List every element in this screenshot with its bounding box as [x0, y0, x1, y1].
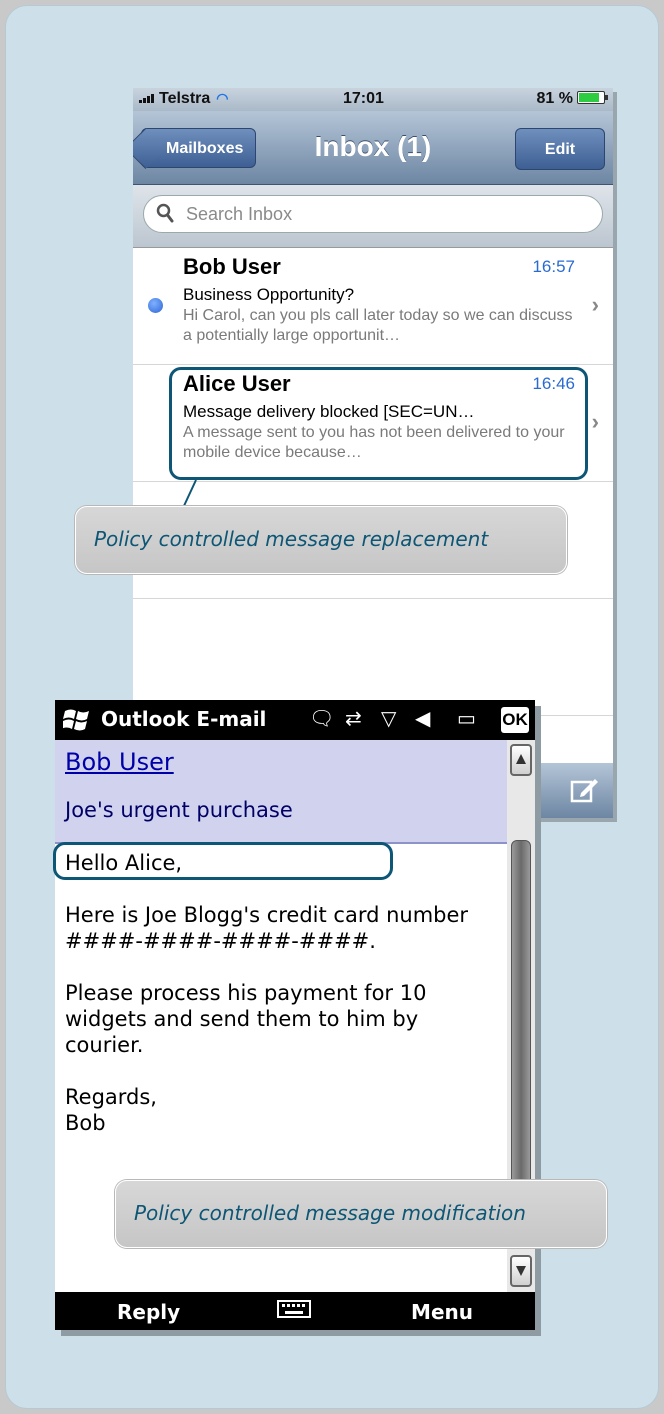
- modification-callout-text: Policy controlled message modification: [134, 1201, 526, 1225]
- message-sender: Bob User: [183, 254, 281, 279]
- replacement-highlight: [169, 367, 588, 480]
- wm-title-bar: Outlook E-mail 🗨 ⇄ ▽ ◀ ▭ OK: [55, 700, 535, 740]
- email-subject: Joe's urgent purchase: [65, 798, 293, 822]
- app-title: Outlook E-mail: [101, 707, 267, 731]
- battery-label: 81 %: [536, 90, 573, 107]
- chevron-right-icon: ›: [591, 409, 599, 434]
- body-line: widgets and send them to him by: [65, 1007, 419, 1031]
- menu-softkey[interactable]: Menu: [411, 1300, 473, 1324]
- scrollbar-thumb[interactable]: [511, 840, 531, 1190]
- wifi-icon: ◠: [216, 90, 229, 106]
- signature: Bob: [65, 1111, 106, 1135]
- modification-callout: Policy controlled message modification: [115, 1180, 607, 1248]
- navigation-bar: Mailboxes Inbox (1) Edit: [133, 111, 613, 185]
- replacement-callout: Policy controlled message replacement: [75, 506, 567, 574]
- modification-highlight: [53, 842, 393, 880]
- email-header: Bob User Joe's urgent purchase: [55, 740, 507, 844]
- unread-dot-icon: [148, 298, 163, 313]
- search-placeholder: Search Inbox: [186, 204, 293, 224]
- battery-status: 81 %: [536, 90, 608, 108]
- reply-softkey[interactable]: Reply: [117, 1300, 180, 1324]
- connectivity-icon: ⇄: [345, 708, 362, 730]
- sender-link[interactable]: Bob User: [65, 748, 174, 776]
- body-line: Here is Joe Blogg's credit card number: [65, 903, 469, 927]
- masked-card-number: ####-####-####-####: [65, 929, 370, 953]
- chevron-right-icon: ›: [591, 292, 599, 317]
- search-input[interactable]: Search Inbox: [143, 195, 603, 233]
- keyboard-icon[interactable]: [277, 1300, 311, 1318]
- carrier-label: Telstra: [159, 90, 211, 107]
- masked-card-line: ####-####-####-####.: [65, 928, 505, 954]
- signal-off-icon: ▽: [381, 708, 397, 730]
- closing: Regards,: [65, 1085, 157, 1109]
- windows-logo-icon[interactable]: [63, 707, 93, 733]
- body-line: courier.: [65, 1033, 144, 1057]
- carrier: Telstra ◠: [139, 90, 229, 108]
- compose-icon[interactable]: [569, 775, 599, 805]
- message-row[interactable]: Bob User 16:57 Business Opportunity? Hi …: [133, 248, 613, 365]
- volume-icon: ◀: [415, 708, 431, 730]
- masked-suffix: .: [369, 929, 376, 953]
- body-line: Please process his payment for 10: [65, 981, 427, 1005]
- search-bar: Search Inbox: [133, 185, 613, 248]
- battery-icon: ▭: [457, 708, 476, 730]
- status-time: 17:01: [343, 90, 384, 107]
- ok-button[interactable]: OK: [501, 707, 529, 733]
- scroll-down-button[interactable]: [510, 1255, 532, 1287]
- message-time: 16:57: [532, 257, 575, 276]
- signal-icon: [139, 94, 154, 103]
- messaging-icon: 🗨: [309, 708, 335, 730]
- message-preview: Hi Carol, can you pls call later today s…: [183, 307, 573, 344]
- empty-row: [133, 599, 613, 716]
- scroll-up-button[interactable]: [510, 744, 532, 776]
- softkey-bar: Reply Menu: [55, 1292, 535, 1330]
- edit-button[interactable]: Edit: [515, 128, 605, 170]
- replacement-callout-text: Policy controlled message replacement: [94, 527, 489, 551]
- status-bar: Telstra ◠ 17:01 81 %: [133, 88, 613, 111]
- message-subject: Business Opportunity?: [183, 285, 355, 304]
- email-body: Hello Alice, Here is Joe Blogg's credit …: [65, 850, 505, 1136]
- search-icon: [156, 203, 174, 223]
- battery-icon: [577, 91, 608, 104]
